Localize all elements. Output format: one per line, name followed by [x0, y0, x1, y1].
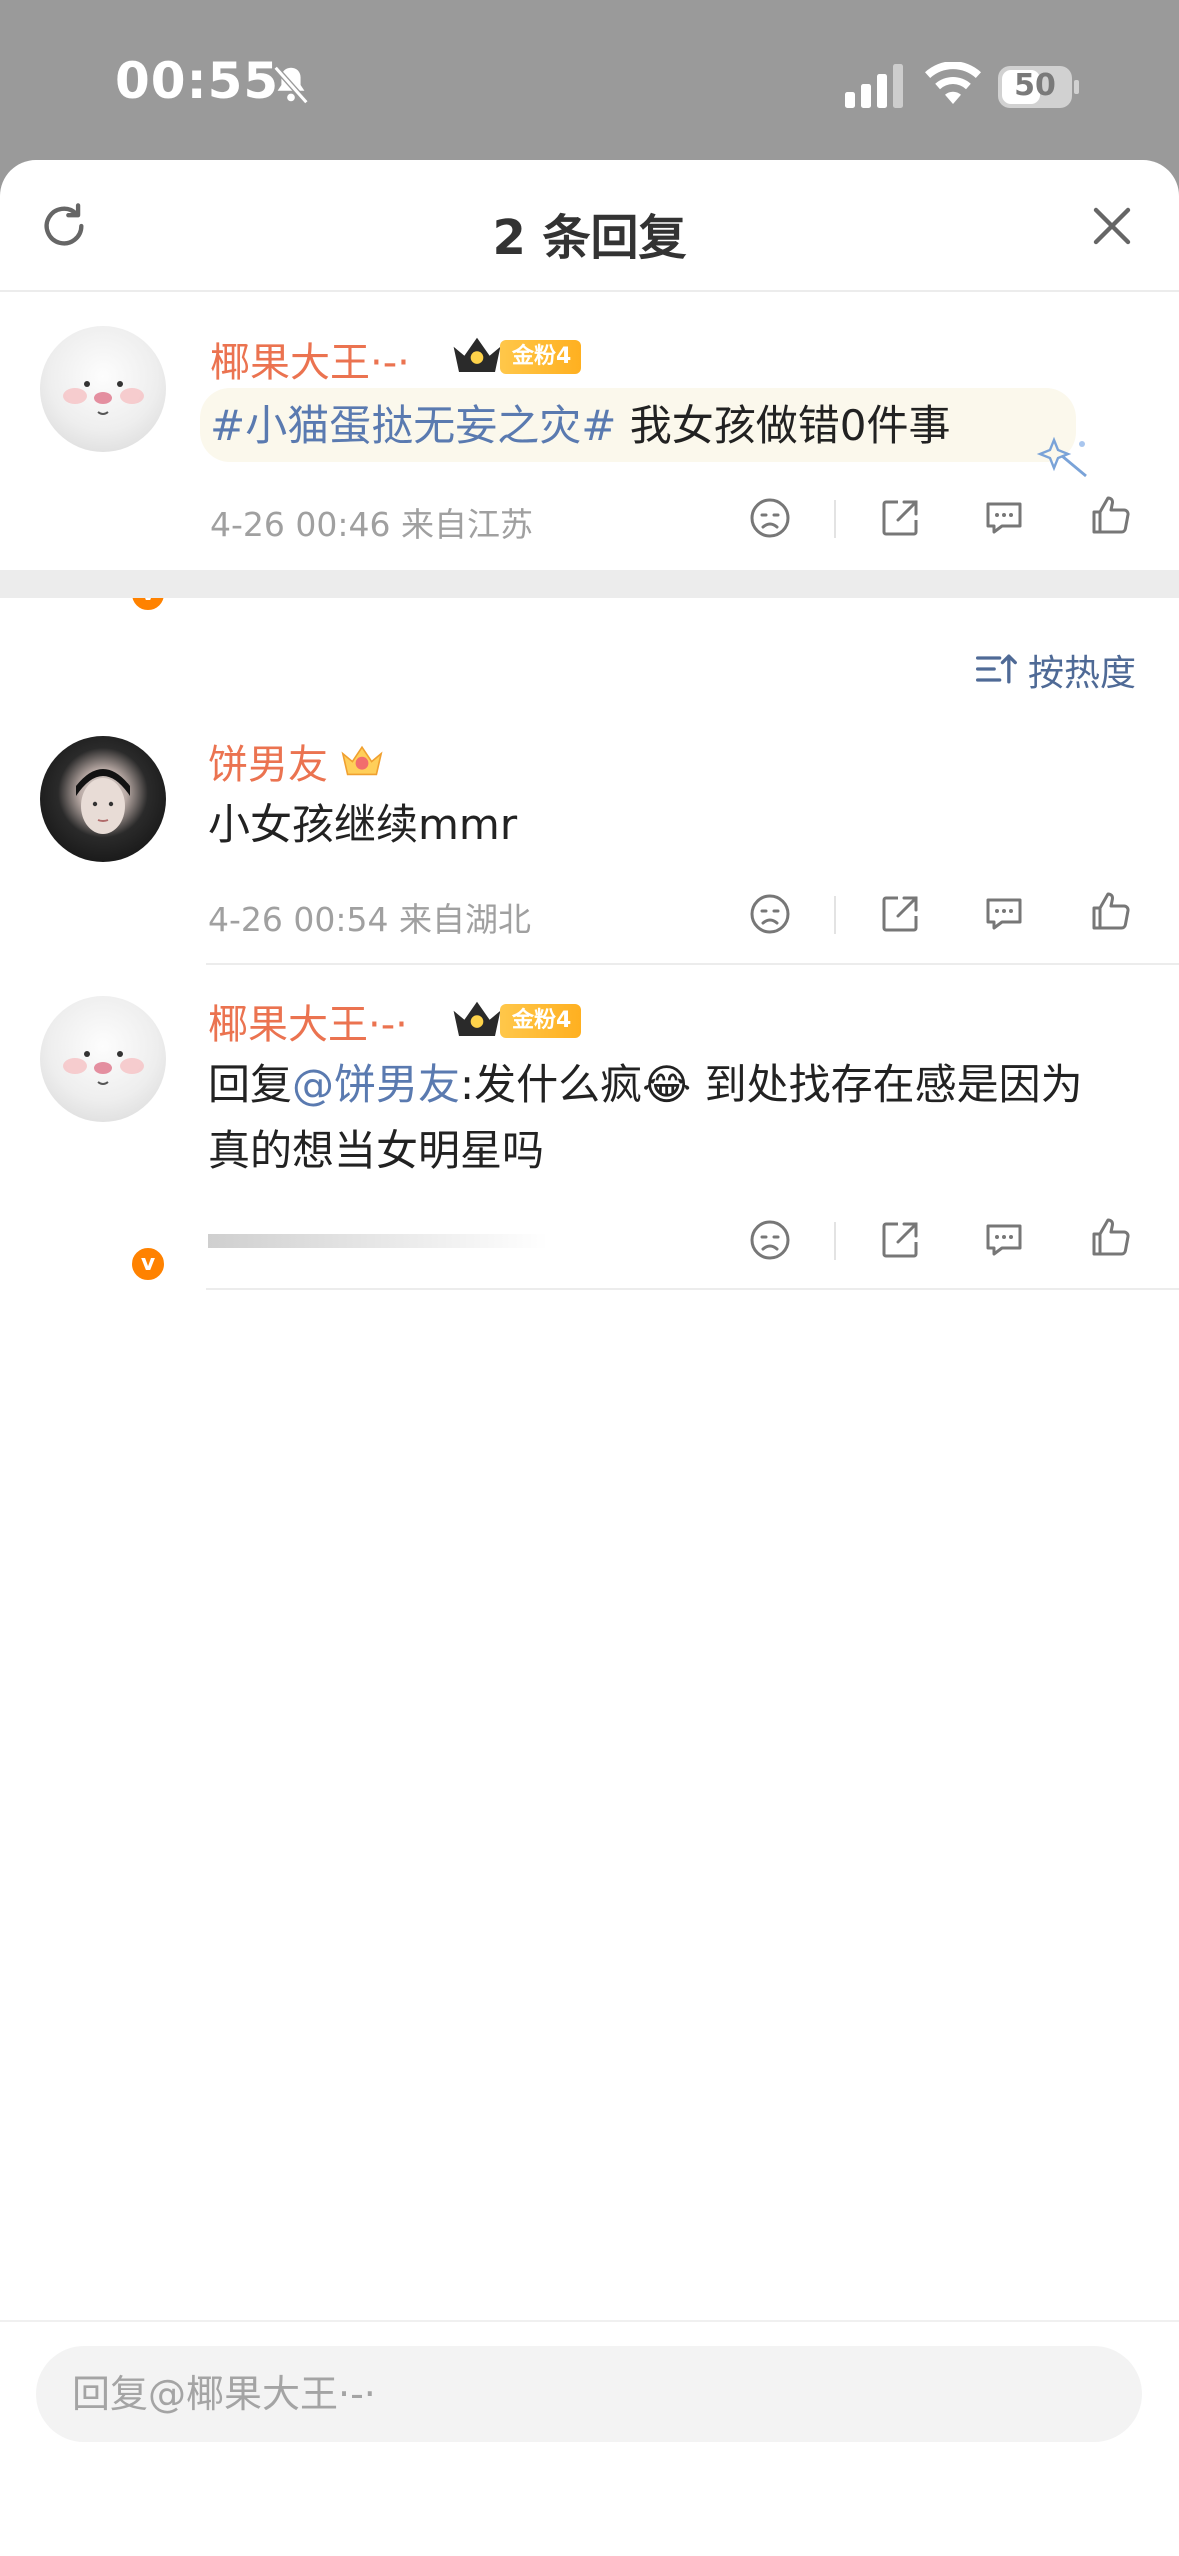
close-icon[interactable] — [1088, 202, 1136, 250]
comment-icon[interactable] — [980, 890, 1028, 938]
action-separator — [834, 500, 836, 538]
status-time: 00:55 — [115, 52, 280, 110]
replies-sheet: 2 条回复 v 椰果大王·-· 金粉4 #小猫蛋挞无妄之灾# 我女孩做错0件事 — [0, 160, 1179, 2556]
status-bar: 00:55 50 — [0, 0, 1179, 160]
reply-prefix: 回复 — [208, 1060, 293, 1109]
like-thumb-icon[interactable] — [1086, 1214, 1134, 1262]
comment-icon[interactable] — [980, 494, 1028, 542]
wifi-icon — [925, 62, 981, 104]
dislike-face-icon[interactable] — [746, 494, 794, 542]
crown-icon — [453, 1001, 501, 1036]
comment-text: #小猫蛋挞无妄之灾# 我女孩做错0件事 — [210, 393, 1150, 459]
reply-text: 小女孩继续mmr — [208, 800, 518, 849]
topic-link[interactable]: #小猫蛋挞无妄之灾# — [210, 401, 616, 450]
redacted-meta — [208, 1234, 548, 1248]
share-icon[interactable] — [876, 494, 924, 542]
cellular-signal-icon — [845, 64, 903, 108]
bell-muted-icon — [273, 65, 309, 105]
reply-footer — [0, 2320, 1179, 2556]
fan-badge: 金粉4 — [500, 340, 582, 374]
comment-icon[interactable] — [980, 1216, 1028, 1264]
like-thumb-icon[interactable] — [1086, 492, 1134, 540]
pig-face-icon — [63, 381, 144, 415]
battery-icon: 50 — [998, 66, 1079, 108]
comment-body: 我女孩做错0件事 — [616, 401, 951, 450]
action-separator — [834, 896, 836, 934]
portrait-avatar-icon — [76, 769, 130, 834]
sparkle-decoration-icon — [1036, 436, 1087, 478]
action-separator — [834, 1222, 836, 1260]
avatar[interactable] — [40, 326, 166, 452]
username[interactable]: 饼男友 — [208, 732, 328, 790]
sort-icon — [976, 654, 1017, 684]
dislike-face-icon[interactable] — [746, 1216, 794, 1264]
dislike-face-icon[interactable] — [746, 890, 794, 938]
comment-meta: 4-26 00:46 来自江苏 — [210, 505, 533, 544]
battery-level: 50 — [1014, 68, 1056, 103]
reply-divider — [206, 963, 1179, 965]
avatar[interactable] — [40, 996, 166, 1122]
crown-icon — [453, 337, 501, 372]
mention-link[interactable]: @饼男友 — [292, 1060, 460, 1109]
pig-face-icon — [63, 1051, 144, 1085]
reply-input[interactable] — [36, 2346, 1142, 2442]
share-icon[interactable] — [876, 890, 924, 938]
sort-label: 按热度 — [1028, 653, 1137, 694]
reply-meta: 4-26 00:54 来自湖北 — [208, 900, 531, 939]
share-icon[interactable] — [876, 1216, 924, 1264]
sheet-title: 2 条回复 — [492, 210, 687, 266]
reply-text: 回复@饼男友:发什么疯😂 到处找存在感是因为真的想当女明星吗 — [208, 1052, 1108, 1184]
fan-badge: 金粉4 — [500, 1004, 582, 1038]
vip-crown-icon — [341, 745, 383, 776]
reply-divider — [206, 1288, 1179, 1290]
section-divider — [0, 570, 1179, 598]
avatar[interactable] — [40, 736, 166, 862]
verified-badge: v — [128, 1244, 168, 1284]
sheet-header: 2 条回复 — [0, 160, 1179, 292]
like-thumb-icon[interactable] — [1086, 888, 1134, 936]
username[interactable]: 椰果大王·-· — [208, 992, 408, 1050]
username[interactable]: 椰果大王·-· — [210, 330, 410, 388]
